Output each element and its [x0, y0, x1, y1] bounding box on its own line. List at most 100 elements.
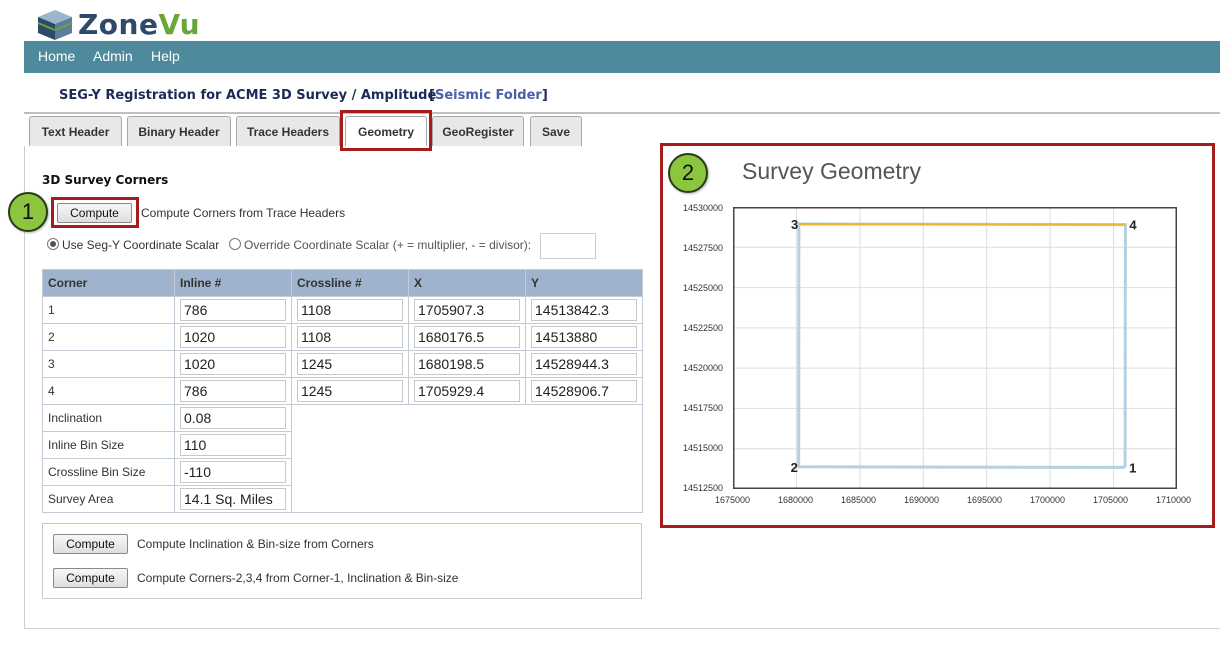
- inline-bin-size-label: Inline Bin Size: [42, 431, 175, 459]
- x-tick-label: 1680000: [778, 495, 814, 505]
- x-tick-label: 1675000: [715, 495, 751, 505]
- seismic-folder-link[interactable]: [Seismic Folder]: [429, 88, 548, 103]
- inline-input[interactable]: 1020: [180, 353, 286, 375]
- geometry-tab-highlight: [340, 110, 432, 151]
- table-empty-area: [291, 404, 643, 513]
- override-scalar-radio[interactable]: [229, 238, 241, 250]
- chart-title: Survey Geometry: [742, 158, 921, 184]
- col-header-inline: Inline #: [174, 269, 292, 297]
- inline-input[interactable]: 786: [180, 380, 286, 402]
- tab-trace-headers[interactable]: Trace Headers: [236, 116, 340, 146]
- compute-corners-234-desc: Compute Corners-2,3,4 from Corner-1, Inc…: [137, 571, 459, 585]
- inline-bin-size-input[interactable]: 110: [180, 434, 286, 456]
- survey-area-input[interactable]: 14.1 Sq. Miles: [180, 488, 286, 510]
- x-input[interactable]: 1680198.5: [414, 353, 520, 375]
- table-row: 4 786 1245 1705929.4 14528906.7: [42, 377, 643, 405]
- col-header-x: X: [408, 269, 526, 297]
- logo-text: ZoneVu: [78, 8, 200, 41]
- x-input[interactable]: 1705907.3: [414, 299, 520, 321]
- x-tick-label: 1705000: [1093, 495, 1129, 505]
- y-tick-label: 14520000: [683, 363, 724, 373]
- y-tick-label: 14515000: [683, 443, 724, 453]
- content-frame-bottom: [24, 628, 1220, 629]
- corner-id: 3: [42, 350, 175, 378]
- nav-home[interactable]: Home: [38, 48, 75, 64]
- col-header-crossline: Crossline #: [291, 269, 409, 297]
- section-title-corners: 3D Survey Corners: [42, 173, 169, 187]
- table-header-row: Corner Inline # Crossline # X Y: [42, 269, 643, 297]
- table-row: Inclination 0.08: [42, 404, 643, 513]
- tab-bar-line: [24, 112, 1220, 114]
- top-nav: Home Admin Help: [24, 41, 1220, 73]
- x-tick-label: 1695000: [967, 495, 1003, 505]
- corner-label: 4: [1129, 218, 1137, 233]
- table-row: 2 1020 1108 1680176.5 14513880: [42, 323, 643, 351]
- crossline-bin-size-input[interactable]: -110: [180, 461, 286, 483]
- page-title: SEG-Y Registration for ACME 3D Survey / …: [59, 88, 437, 103]
- use-scalar-label: Use Seg-Y Coordinate Scalar: [62, 238, 220, 252]
- y-tick-label: 14527500: [683, 243, 724, 253]
- tab-text-header[interactable]: Text Header: [29, 116, 122, 146]
- x-tick-label: 1685000: [841, 495, 877, 505]
- logo-text-vu: Vu: [158, 8, 201, 41]
- y-tick-label: 14530000: [683, 203, 724, 213]
- compute-inclination-button[interactable]: Compute: [53, 534, 128, 554]
- crossline-input[interactable]: 1245: [297, 380, 403, 402]
- table-row: 1 786 1108 1705907.3 14513842.3: [42, 296, 643, 324]
- tab-save[interactable]: Save: [530, 116, 582, 146]
- callout-1: 1: [8, 192, 48, 232]
- y-tick-label: 14525000: [683, 283, 724, 293]
- tab-georegister[interactable]: GeoRegister: [432, 116, 524, 146]
- survey-geometry-plot[interactable]: 1 2 3 4: [733, 207, 1177, 489]
- corner-id: 4: [42, 377, 175, 405]
- corner-label: 2: [791, 460, 798, 475]
- x-tick-label: 1690000: [904, 495, 940, 505]
- table-row: 3 1020 1245 1680198.5 14528944.3: [42, 350, 643, 378]
- logo-text-zone: Zone: [78, 8, 159, 41]
- override-scalar-label: Override Coordinate Scalar (+ = multipli…: [244, 238, 532, 252]
- cube-icon: [37, 10, 73, 40]
- inclination-label: Inclination: [42, 404, 175, 432]
- plot-series: [797, 222, 1127, 469]
- x-tick-label: 1700000: [1030, 495, 1066, 505]
- y-input[interactable]: 14528906.7: [531, 380, 637, 402]
- tab-binary-header[interactable]: Binary Header: [127, 116, 231, 146]
- crossline-input[interactable]: 1245: [297, 353, 403, 375]
- crossline-bin-size-label: Crossline Bin Size: [42, 458, 175, 486]
- crossline-input[interactable]: 1108: [297, 326, 403, 348]
- col-header-corner: Corner: [42, 269, 175, 297]
- corner-labels: 1 2 3 4: [791, 217, 1138, 475]
- col-header-y: Y: [525, 269, 643, 297]
- inclination-input[interactable]: 0.08: [180, 407, 286, 429]
- crossline-input[interactable]: 1108: [297, 299, 403, 321]
- compute-corners-234-button[interactable]: Compute: [53, 568, 128, 588]
- compute-options-box: Compute Compute Inclination & Bin-size f…: [42, 523, 642, 599]
- survey-area-label: Survey Area: [42, 485, 175, 513]
- series-line: [797, 222, 1127, 469]
- y-input[interactable]: 14513880: [531, 326, 637, 348]
- y-input[interactable]: 14528944.3: [531, 353, 637, 375]
- x-tick-label: 1710000: [1156, 495, 1192, 505]
- corner-label: 1: [1129, 460, 1136, 475]
- series-line: [798, 223, 1126, 226]
- scalar-input[interactable]: [540, 233, 596, 259]
- y-tick-label: 14522500: [683, 323, 724, 333]
- corner-id: 2: [42, 323, 175, 351]
- nav-admin[interactable]: Admin: [93, 48, 133, 64]
- compute-corners-desc: Compute Corners from Trace Headers: [141, 206, 346, 220]
- x-input[interactable]: 1680176.5: [414, 326, 520, 348]
- folder-bracket-close: ]: [541, 88, 548, 103]
- x-input[interactable]: 1705929.4: [414, 380, 520, 402]
- y-tick-label: 14517500: [683, 403, 724, 413]
- nav-help[interactable]: Help: [151, 48, 180, 64]
- compute-inclination-desc: Compute Inclination & Bin-size from Corn…: [137, 537, 374, 551]
- use-scalar-radio[interactable]: [47, 238, 59, 250]
- inline-input[interactable]: 786: [180, 299, 286, 321]
- corner-label: 3: [791, 217, 798, 232]
- inline-input[interactable]: 1020: [180, 326, 286, 348]
- folder-link-text[interactable]: Seismic Folder: [435, 88, 542, 103]
- compute-button-highlight: [51, 197, 139, 228]
- y-input[interactable]: 14513842.3: [531, 299, 637, 321]
- corners-table: Corner Inline # Crossline # X Y 1 786 11…: [42, 269, 643, 513]
- callout-2: 2: [668, 153, 708, 193]
